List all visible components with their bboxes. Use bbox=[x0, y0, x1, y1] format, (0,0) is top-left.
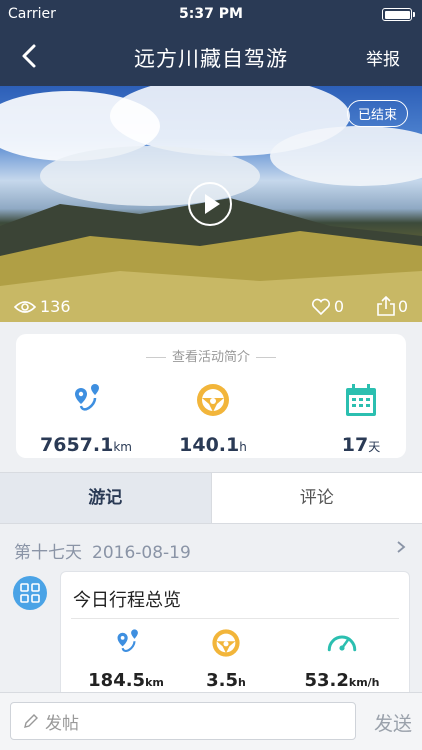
like-button[interactable]: 0 bbox=[311, 297, 344, 316]
send-button[interactable]: 发送 bbox=[374, 709, 412, 736]
navigation-bar: Carrier 5:37 PM 远方川藏自驾游 举报 bbox=[0, 0, 422, 86]
grid-icon bbox=[13, 576, 47, 610]
heart-icon bbox=[311, 298, 330, 315]
cover-image: 已结束 136 0 0 bbox=[0, 86, 422, 322]
view-count-value: 136 bbox=[40, 297, 71, 316]
activity-summary-card[interactable]: 查看活动简介 7657.1km 140.1h 17天 bbox=[16, 334, 406, 458]
like-count: 0 bbox=[333, 297, 344, 316]
share-count: 0 bbox=[397, 296, 408, 316]
route-icon bbox=[75, 384, 99, 411]
post-input[interactable]: 发帖 bbox=[10, 702, 356, 740]
steering-wheel-icon bbox=[212, 629, 240, 657]
content-tabs: 游记 评论 bbox=[0, 472, 422, 524]
share-icon bbox=[377, 296, 395, 316]
view-count: 136 bbox=[14, 297, 71, 316]
days-unit: 天 bbox=[368, 440, 381, 454]
duration-value: 140.1 bbox=[179, 434, 240, 456]
daily-duration-unit: h bbox=[238, 676, 246, 689]
daily-duration-value: 3.5 bbox=[206, 670, 239, 691]
total-distance: 7657.1km bbox=[40, 380, 132, 456]
speedometer-icon bbox=[327, 635, 357, 652]
divider bbox=[71, 618, 399, 619]
steering-wheel-icon bbox=[197, 384, 229, 416]
daily-overview-card[interactable]: 今日行程总览 184.5km 3.5h 53.2km/h bbox=[60, 571, 410, 701]
day-date: 2016-08-19 bbox=[92, 543, 191, 563]
post-input-placeholder: 发帖 bbox=[45, 713, 79, 734]
eye-icon bbox=[14, 300, 36, 313]
route-icon bbox=[117, 629, 138, 652]
activity-intro-link[interactable]: 查看活动简介 bbox=[16, 346, 406, 365]
battery-icon bbox=[382, 8, 415, 21]
total-days: 17天 bbox=[316, 380, 406, 456]
daily-driving-time: 3.5h bbox=[191, 626, 261, 691]
overview-title: 今日行程总览 bbox=[73, 590, 181, 611]
daily-speed-unit: km/h bbox=[348, 676, 380, 689]
daily-average-speed: 53.2km/h bbox=[287, 626, 397, 691]
distance-value: 7657.1 bbox=[40, 434, 114, 456]
days-value: 17 bbox=[341, 434, 369, 456]
chevron-right-icon[interactable] bbox=[396, 540, 406, 554]
daily-distance: 184.5km bbox=[81, 626, 171, 691]
calendar-icon bbox=[346, 384, 376, 416]
status-time: 5:37 PM bbox=[179, 6, 243, 22]
daily-distance-unit: km bbox=[145, 676, 164, 689]
duration-unit: h bbox=[239, 440, 247, 454]
status-bar: Carrier 5:37 PM bbox=[0, 0, 422, 28]
tab-comments[interactable]: 评论 bbox=[211, 473, 422, 523]
tab-journal[interactable]: 游记 bbox=[0, 473, 212, 523]
day-label: 第十七天 bbox=[14, 543, 82, 563]
pencil-icon bbox=[24, 714, 38, 728]
share-button[interactable]: 0 bbox=[377, 296, 408, 316]
daily-speed-value: 53.2 bbox=[304, 670, 349, 691]
day-header[interactable]: 第十七天 2016-08-19 bbox=[14, 538, 191, 563]
daily-distance-value: 184.5 bbox=[88, 670, 146, 691]
report-button[interactable]: 举报 bbox=[366, 45, 400, 70]
page-title: 远方川藏自驾游 bbox=[134, 47, 288, 71]
total-driving-time: 140.1h bbox=[168, 380, 258, 456]
distance-unit: km bbox=[113, 440, 132, 454]
play-button-icon[interactable] bbox=[188, 182, 232, 226]
post-composer: 发帖 发送 bbox=[0, 692, 422, 750]
ended-badge: 已结束 bbox=[346, 100, 408, 127]
